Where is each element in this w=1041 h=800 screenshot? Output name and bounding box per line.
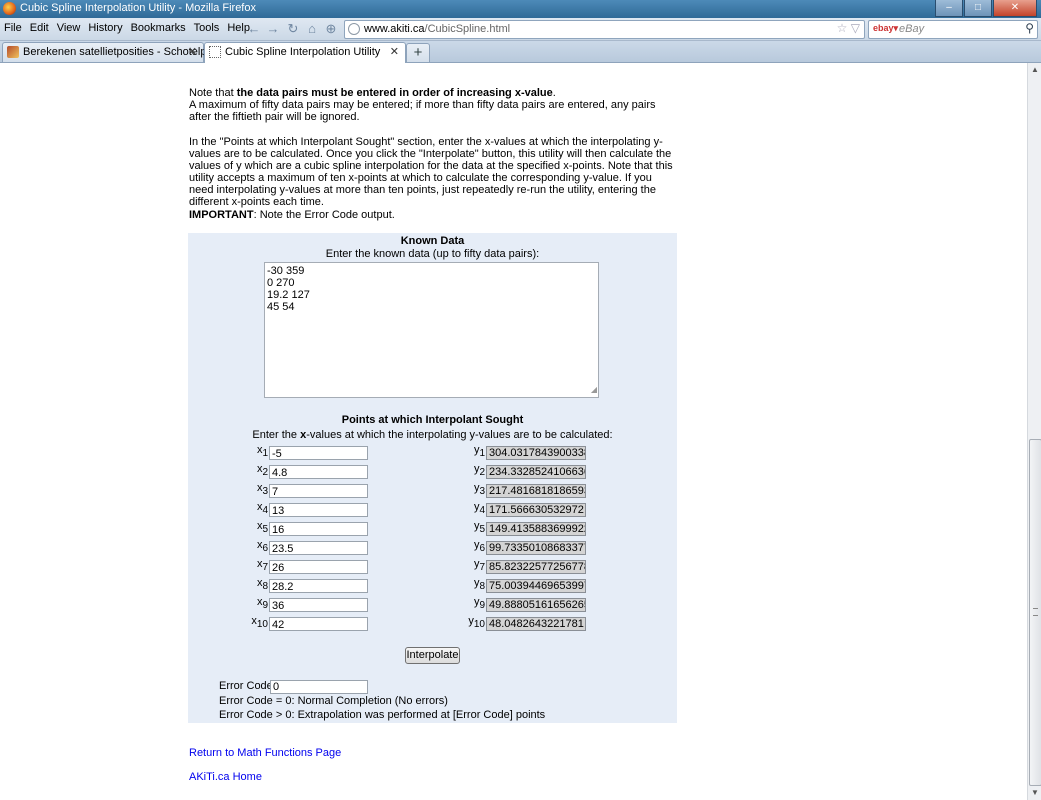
error-code-legend-0: Error Code = 0: Normal Completion (No er… xyxy=(219,695,448,707)
close-window-button[interactable]: ✕ xyxy=(993,0,1037,17)
y-output: 234.3328524106636 xyxy=(486,465,586,479)
menu-history[interactable]: History xyxy=(88,22,122,34)
ebay-icon[interactable]: ebay▾ xyxy=(873,23,898,34)
y-output: 99.73350108683377 xyxy=(486,541,586,555)
y-output: 49.88805161656265 xyxy=(486,598,586,612)
address-bar[interactable]: www.akiti.ca/CubicSpline.html ☆ ▽ xyxy=(344,20,865,39)
resize-grip-icon[interactable]: ◢ xyxy=(591,384,597,396)
scroll-down-icon[interactable]: ▼ xyxy=(1028,786,1041,800)
y-label: y6 xyxy=(473,539,485,554)
scroll-up-icon[interactable]: ▲ xyxy=(1028,63,1041,77)
intro-paragraph-1: Note that the data pairs must be entered… xyxy=(189,87,656,123)
blank-page-icon xyxy=(209,46,221,58)
error-code-legend-positive: Error Code > 0: Extrapolation was perfor… xyxy=(219,709,546,721)
error-code-field: 0 xyxy=(270,680,368,694)
known-data-heading: Known Data xyxy=(400,235,465,247)
addon-icon[interactable]: ⊕ xyxy=(323,21,339,37)
window-controls: – □ ✕ xyxy=(934,0,1037,17)
reload-icon[interactable]: ↻ xyxy=(285,21,301,37)
scroll-thumb[interactable] xyxy=(1029,439,1041,786)
menu-edit[interactable]: Edit xyxy=(30,22,49,34)
tab-satellite[interactable]: Berekenen satellietposities - Schotelp..… xyxy=(2,42,216,62)
math-functions-link[interactable]: Return to Math Functions Page xyxy=(189,747,341,759)
y-label: y7 xyxy=(473,558,485,573)
y-output: 48.0482643221781 xyxy=(486,617,586,631)
home-icon[interactable]: ⌂ xyxy=(304,21,320,37)
y-output: 171.566630532972 xyxy=(486,503,586,517)
forward-icon[interactable]: → xyxy=(265,21,281,37)
points-heading: Points at which Interpolant Sought xyxy=(341,414,524,426)
globe-icon xyxy=(348,23,360,35)
y-label: y3 xyxy=(473,482,485,497)
search-icon[interactable]: ⚲ xyxy=(1025,21,1034,35)
close-tab-icon[interactable]: ✕ xyxy=(390,45,399,58)
window-title-bar: Cubic Spline Interpolation Utility - Moz… xyxy=(0,0,1041,18)
y-label: y2 xyxy=(473,463,485,478)
bookmark-star-icon[interactable]: ☆ ▽ xyxy=(837,21,860,35)
page-content: Note that the data pairs must be entered… xyxy=(0,63,1026,800)
intro-paragraph-2: In the "Points at which Interpolant Soug… xyxy=(189,136,673,208)
window-title: Cubic Spline Interpolation Utility - Moz… xyxy=(20,2,256,14)
vertical-scrollbar[interactable]: ▲ ▼ xyxy=(1027,63,1041,800)
tab-cubic-spline[interactable]: Cubic Spline Interpolation Utility ✕ xyxy=(204,42,406,63)
calculator-panel: Known Data Enter the known data (up to f… xyxy=(188,233,677,723)
y-output: 75.00394469653997 xyxy=(486,579,586,593)
menu-bookmarks[interactable]: Bookmarks xyxy=(131,22,186,34)
maximize-button[interactable]: □ xyxy=(964,0,992,17)
menu-file[interactable]: File xyxy=(4,22,22,34)
interpolate-button[interactable]: Interpolate xyxy=(405,647,460,664)
new-tab-button[interactable]: + xyxy=(406,43,430,62)
y-output: 85.82322577256778 xyxy=(486,560,586,574)
site-favicon-icon xyxy=(7,46,19,58)
menu-tools[interactable]: Tools xyxy=(194,22,220,34)
y-label: y4 xyxy=(473,501,485,516)
y-label: y1 xyxy=(473,444,485,459)
search-placeholder: eBay xyxy=(899,23,925,35)
menu-view[interactable]: View xyxy=(57,22,81,34)
y-output: 304.0317843900338 xyxy=(486,446,586,460)
tab-bar: Berekenen satellietposities - Schotelp..… xyxy=(0,41,1041,63)
firefox-icon xyxy=(3,2,16,15)
search-bar[interactable]: ebay▾ eBay ⚲ xyxy=(868,20,1038,39)
y-label: y10 xyxy=(468,615,485,630)
important-note: IMPORTANT: Note the Error Code output. xyxy=(189,209,395,221)
y-output: 217.4816818186593 xyxy=(486,484,586,498)
y-label: y8 xyxy=(473,577,485,592)
y-label: y5 xyxy=(473,520,485,535)
url-text: www.akiti.ca/CubicSpline.html xyxy=(364,23,511,35)
menu-bar: File Edit View History Bookmarks Tools H… xyxy=(4,22,258,34)
back-icon[interactable]: ← xyxy=(246,21,262,37)
y-output: 149.41358836999223 xyxy=(486,522,586,536)
y-label: y9 xyxy=(473,596,485,611)
close-tab-icon[interactable]: ✕ xyxy=(188,45,197,58)
minimize-button[interactable]: – xyxy=(935,0,963,17)
known-data-textarea[interactable]: -30 359 0 270 19.2 127 45 54 ◢ xyxy=(264,262,599,398)
known-data-subheading: Enter the known data (up to fifty data p… xyxy=(325,248,540,260)
error-code-label: Error Code xyxy=(219,680,273,692)
akiti-home-link[interactable]: AKiTi.ca Home xyxy=(189,771,262,783)
points-subheading: Enter the x-values at which the interpol… xyxy=(252,429,613,441)
menu-toolbar: File Edit View History Bookmarks Tools H… xyxy=(0,18,1041,41)
